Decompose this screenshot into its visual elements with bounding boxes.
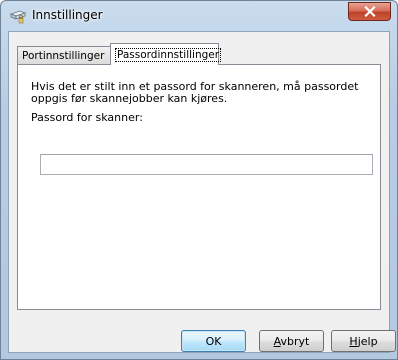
password-info-text: Hvis det er stilt inn et passord for ska…: [31, 80, 359, 105]
tab-port-settings[interactable]: Portinnstillinger: [17, 46, 112, 64]
dialog-client-area: Portinnstillinger Passordinnstillinger H…: [8, 31, 396, 353]
ok-button[interactable]: OK: [181, 330, 246, 352]
help-button[interactable]: Hjelp: [331, 330, 396, 352]
password-field-label: Passord for skanner:: [31, 111, 143, 124]
tab-password-settings-label: Passordinnstillinger: [115, 47, 222, 62]
tab-password-settings[interactable]: Passordinnstillinger: [110, 43, 222, 65]
tab-port-settings-label: Portinnstillinger: [22, 49, 105, 62]
close-button[interactable]: [348, 2, 391, 21]
cancel-button[interactable]: Avbryt: [259, 330, 324, 352]
password-field[interactable]: [40, 154, 373, 175]
ok-button-label: OK: [205, 334, 222, 348]
tab-panel-password: Hvis det er stilt inn et passord for ska…: [17, 64, 381, 310]
window-title: Innstillinger: [32, 8, 103, 22]
scanner-icon: [9, 8, 27, 24]
dialog-window: Innstillinger Portinnstillinger Passordi…: [0, 0, 398, 360]
close-icon: [363, 6, 376, 17]
help-button-label: Hjelp: [349, 334, 378, 348]
title-bar[interactable]: Innstillinger: [1, 1, 397, 31]
cancel-button-label: Avbryt: [273, 334, 310, 348]
